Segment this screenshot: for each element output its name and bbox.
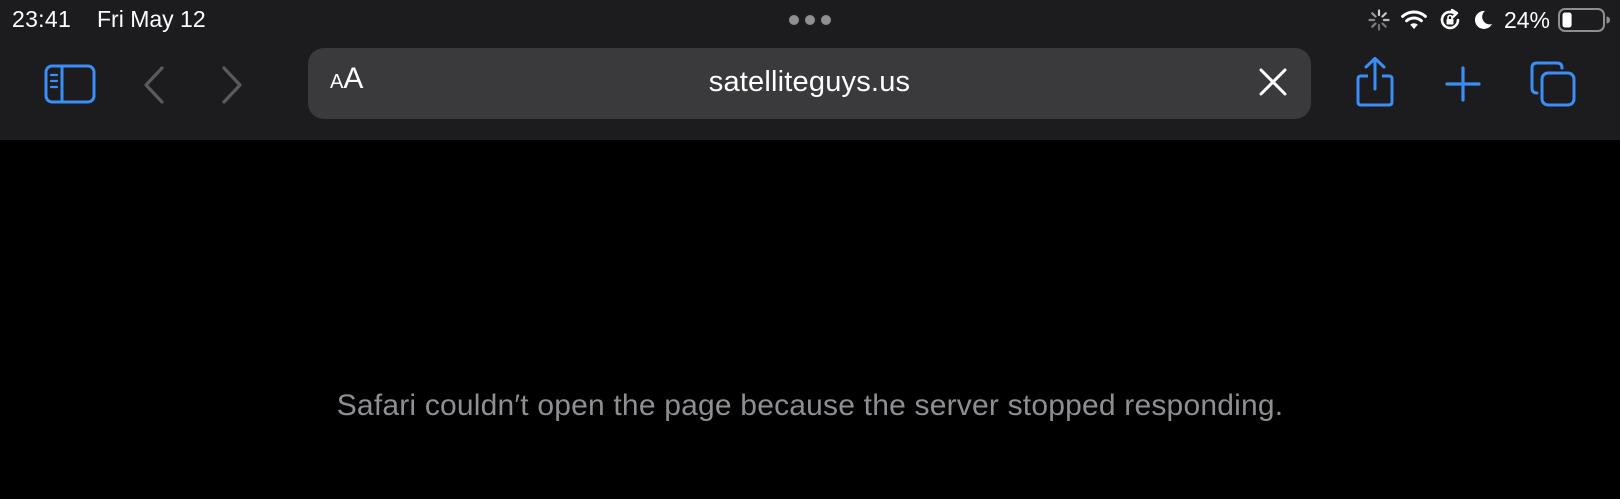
sidebar-button[interactable] <box>44 63 96 105</box>
address-bar[interactable]: A A satelliteguys.us <box>308 48 1311 119</box>
error-message: Safari couldn′t open the page because th… <box>336 389 1284 422</box>
back-button[interactable] <box>140 64 168 106</box>
tabs-overview-icon <box>1530 61 1576 107</box>
url-text[interactable]: satelliteguys.us <box>308 66 1311 99</box>
three-dots-icon[interactable] <box>788 14 832 26</box>
share-icon <box>1356 57 1394 107</box>
status-time: 23:41 <box>12 6 72 32</box>
chevron-left-icon <box>144 66 164 104</box>
wifi-icon <box>1400 9 1428 31</box>
do-not-disturb-moon-icon <box>1472 9 1494 31</box>
battery-icon <box>1558 8 1610 32</box>
clear-url-button[interactable] <box>1255 64 1291 100</box>
status-date: Fri May 12 <box>97 6 206 32</box>
orientation-lock-icon <box>1438 8 1462 32</box>
close-x-icon <box>1259 68 1287 96</box>
battery-percent: 24% <box>1503 6 1550 33</box>
chevron-right-icon <box>222 66 242 104</box>
status-indicators: 24% <box>1368 4 1610 36</box>
tabs-overview-button[interactable] <box>1529 60 1577 108</box>
share-button[interactable] <box>1354 56 1396 108</box>
safari-window: 23:41 Fri May 12 24% A A satelliteguys.u… <box>0 0 1620 499</box>
activity-spinner-icon <box>1368 9 1390 31</box>
status-bar: 23:41 Fri May 12 24% <box>0 0 1620 40</box>
new-tab-button[interactable] <box>1443 64 1483 104</box>
forward-button[interactable] <box>218 64 246 106</box>
browser-chrome: 23:41 Fri May 12 24% A A satelliteguys.u… <box>0 0 1620 140</box>
sidebar-icon <box>44 64 96 104</box>
plus-icon <box>1445 66 1481 102</box>
